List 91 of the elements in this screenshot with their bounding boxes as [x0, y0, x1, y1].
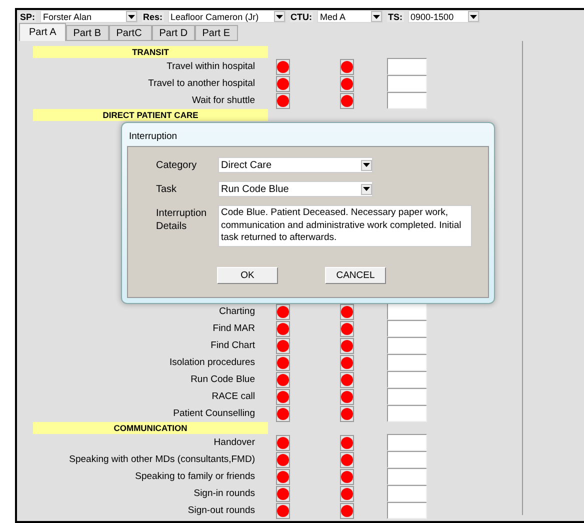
count-field[interactable]: [387, 320, 427, 337]
field-label: Category: [156, 159, 198, 172]
record-button[interactable]: [340, 338, 354, 354]
dialog-button[interactable]: OK: [217, 267, 278, 284]
record-button[interactable]: [276, 486, 290, 502]
task-label: Speaking with other MDs (consultants,FMD): [68, 454, 255, 465]
task-label: Isolation procedures: [168, 357, 255, 368]
record-button[interactable]: [276, 434, 290, 450]
select-field[interactable]: Forster Alan: [40, 10, 138, 23]
field-label: Res:: [142, 12, 164, 22]
task-label: Wait for shuttle: [190, 95, 255, 106]
task-label: Speaking to family or friends: [134, 471, 255, 482]
tab[interactable]: Part E: [195, 25, 238, 41]
tab[interactable]: Part A: [19, 23, 66, 41]
task-label: Find MAR: [212, 323, 255, 334]
count-field[interactable]: [387, 337, 427, 354]
record-button[interactable]: [340, 468, 354, 484]
field-label: CTU:: [290, 12, 314, 22]
task-label: Run Code Blue: [190, 374, 255, 385]
record-button[interactable]: [340, 92, 354, 108]
record-button[interactable]: [276, 320, 290, 336]
record-button[interactable]: [276, 388, 290, 404]
count-field[interactable]: [387, 354, 427, 371]
record-button[interactable]: [340, 502, 354, 518]
caret-icon: [363, 163, 370, 167]
record-button[interactable]: [340, 406, 354, 422]
record-button[interactable]: [340, 434, 354, 450]
task-label: Handover: [212, 437, 255, 448]
caret-icon: [128, 14, 136, 18]
record-button[interactable]: [276, 372, 290, 388]
record-button[interactable]: [340, 58, 354, 74]
record-button[interactable]: [276, 354, 290, 370]
record-button[interactable]: [276, 502, 290, 518]
record-button[interactable]: [276, 92, 290, 108]
record-button[interactable]: [276, 468, 290, 484]
dialog-button[interactable]: CANCEL: [325, 267, 386, 284]
caret-icon: [470, 14, 477, 18]
record-button[interactable]: [276, 338, 290, 354]
count-field[interactable]: [387, 388, 427, 405]
record-button[interactable]: [340, 304, 354, 320]
task-label: Travel within hospital: [166, 61, 255, 72]
task-label: RACE call: [210, 391, 255, 402]
record-button[interactable]: [276, 58, 290, 74]
tab[interactable]: Part B: [66, 25, 110, 41]
field-label: SP:: [19, 12, 36, 22]
count-field[interactable]: [387, 451, 427, 468]
details-field[interactable]: Code Blue. Patient Deceased. Necessary paper work, communication and administrative work completed. Initial task returned to afterwards.: [218, 205, 472, 247]
task-label: Find Chart: [210, 340, 255, 351]
caret-icon: [373, 14, 380, 18]
count-field[interactable]: [387, 405, 427, 422]
caret-icon: [363, 187, 370, 191]
record-button[interactable]: [276, 304, 290, 320]
count-field[interactable]: [387, 58, 427, 75]
field-label: TS:: [387, 12, 404, 22]
count-field[interactable]: [387, 502, 427, 519]
count-field[interactable]: [387, 303, 427, 320]
tab[interactable]: Part D: [152, 25, 196, 41]
count-field[interactable]: [387, 75, 427, 92]
select-field[interactable]: Leafloor Cameron (Jr): [168, 10, 286, 23]
section-header: DIRECT PATIENT CARE: [33, 109, 268, 121]
record-button[interactable]: [340, 320, 354, 336]
count-field[interactable]: [387, 485, 427, 502]
count-field[interactable]: [387, 92, 427, 109]
count-field[interactable]: [387, 468, 427, 485]
record-button[interactable]: [276, 76, 290, 92]
task-label: Sign-out rounds: [186, 505, 255, 516]
select-field[interactable]: Med A: [317, 10, 384, 23]
record-button[interactable]: [340, 372, 354, 388]
select-field[interactable]: Direct Care: [218, 157, 373, 173]
record-button[interactable]: [276, 406, 290, 422]
task-label: Travel to another hospital: [147, 78, 255, 89]
record-button[interactable]: [340, 388, 354, 404]
caret-icon: [276, 14, 283, 18]
section-header: TRANSIT: [33, 46, 268, 58]
select-field[interactable]: 0900-1500: [408, 10, 480, 23]
select-field[interactable]: Run Code Blue: [218, 181, 373, 197]
record-button[interactable]: [340, 354, 354, 370]
count-field[interactable]: [387, 371, 427, 388]
field-label: Task: [156, 183, 178, 196]
task-label: Sign-in rounds: [192, 488, 255, 499]
record-button[interactable]: [276, 452, 290, 468]
record-button[interactable]: [340, 486, 354, 502]
record-button[interactable]: [340, 76, 354, 92]
dialog-title: Interruption: [128, 130, 178, 144]
tab[interactable]: PartC: [109, 25, 152, 41]
task-label: Patient Counselling: [172, 408, 255, 419]
task-label: Charting: [218, 306, 255, 317]
record-button[interactable]: [340, 452, 354, 468]
section-header: COMMUNICATION: [33, 422, 268, 434]
count-field[interactable]: [387, 434, 427, 451]
field-label: Interruption Details: [156, 207, 208, 233]
